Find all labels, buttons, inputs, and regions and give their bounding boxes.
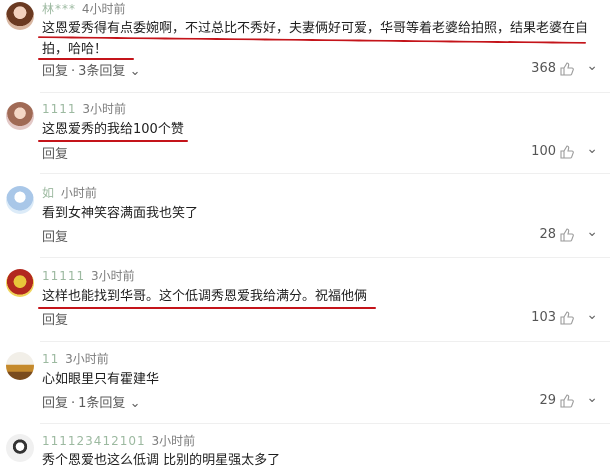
comment-text: 这样也能找到华哥。这个低调秀恩爱我给满分。祝福他俩 <box>42 286 367 307</box>
username[interactable]: 11111 <box>42 269 85 283</box>
avatar[interactable] <box>6 186 34 214</box>
comment-meta: 11 3小时前 <box>42 350 109 367</box>
divider <box>40 173 610 174</box>
comment-text: 心如眼里只有霍建华 <box>42 369 159 390</box>
timestamp: 3小时前 <box>82 102 127 116</box>
comment-text: 秀个恩爱也这么低调 比别的明星强太多了 <box>42 450 280 471</box>
comment-meta: 11111 3小时前 <box>42 267 135 284</box>
thumbs-up-icon[interactable] <box>560 228 574 242</box>
like-count: 100 <box>531 144 556 159</box>
comment-item: 林*** 4小时前 这恩爱秀得有点委婉啊，不过总比不秀好，夫妻俩好可爱，华哥等着… <box>0 0 610 88</box>
red-underline <box>38 307 376 309</box>
timestamp: 4小时前 <box>81 2 126 16</box>
divider <box>40 341 610 342</box>
more-options-icon[interactable]: ⌄ <box>586 224 598 240</box>
view-replies-button[interactable]: 1条回复 ⌄ <box>78 396 140 411</box>
comment-text-line: 秀个恩爱也这么低调 比别的明星强太多了 <box>42 453 281 468</box>
comment-item: 11111 3小时前 这样也能找到华哥。这个低调秀恩爱我给满分。祝福他俩 回复 … <box>0 265 610 337</box>
timestamp: 3小时前 <box>65 352 109 366</box>
view-replies-button[interactable]: 3条回复 ⌄ <box>78 64 140 79</box>
thumbs-up-icon[interactable] <box>560 394 574 408</box>
red-underline <box>38 140 188 142</box>
thumbs-up-icon[interactable] <box>560 62 574 76</box>
comment-actions: 回复 <box>42 143 68 162</box>
comment-text-line: 这恩爱秀得有点委婉啊，不过总比不秀好，夫妻俩好可爱，华哥等着老婆给拍照，结果老婆… <box>42 21 589 36</box>
comment-actions: 回复 <box>42 309 68 328</box>
chevron-down-icon: ⌄ <box>125 396 141 411</box>
view-replies-label: 3条回复 <box>78 64 126 79</box>
more-options-icon[interactable]: ⌄ <box>586 141 598 157</box>
reply-button[interactable]: 回复 <box>42 396 68 411</box>
comment-actions: 回复 · 3条回复 ⌄ <box>42 60 140 79</box>
comment-text: 这恩爱秀的我给100个赞 <box>42 119 184 140</box>
comment-meta: 林*** 4小时前 <box>42 0 125 17</box>
like-count: 29 <box>539 393 556 408</box>
username[interactable]: 林*** <box>42 2 76 16</box>
thumbs-up-icon[interactable] <box>560 311 574 325</box>
timestamp: 小时前 <box>60 186 97 200</box>
chevron-down-icon: ⌄ <box>125 64 141 79</box>
timestamp: 3小时前 <box>151 434 196 448</box>
comment-meta: 如 小时前 <box>42 184 97 201</box>
comment-text-line: 心如眼里只有霍建华 <box>42 372 160 387</box>
like-count: 103 <box>531 310 556 325</box>
comment-item: 如 小时前 看到女神笑容满面我也笑了 回复 28 ⌄ <box>0 182 610 252</box>
reply-button[interactable]: 回复 <box>42 64 68 79</box>
like-count: 368 <box>531 61 556 76</box>
comment-actions: 回复 <box>42 226 68 245</box>
more-options-icon[interactable]: ⌄ <box>586 307 598 323</box>
username[interactable]: 如 <box>42 186 55 200</box>
comment-text-line: 看到女神笑容满面我也笑了 <box>42 206 199 221</box>
divider <box>40 423 610 424</box>
timestamp: 3小时前 <box>91 269 135 283</box>
comment-actions: 回复 · 1条回复 ⌄ <box>42 392 140 411</box>
more-options-icon[interactable]: ⌄ <box>586 390 598 406</box>
comment-item: 11 3小时前 心如眼里只有霍建华 回复 · 1条回复 ⌄ 29 ⌄ <box>0 348 610 418</box>
comment-meta: 111123412101 3小时前 <box>42 432 195 449</box>
comment-item: 111123412101 3小时前 秀个恩爱也这么低调 比别的明星强太多了 <box>0 430 610 468</box>
avatar[interactable] <box>6 352 34 380</box>
comment-text-line: 这样也能找到华哥。这个低调秀恩爱我给满分。祝福他俩 <box>42 289 368 304</box>
divider <box>40 257 610 258</box>
reply-button[interactable]: 回复 <box>42 147 68 162</box>
comment-item: 1111 3小时前 这恩爱秀的我给100个赞 回复 100 ⌄ <box>0 98 610 168</box>
avatar[interactable] <box>6 102 34 130</box>
separator: · <box>71 64 76 79</box>
comment-text: 看到女神笑容满面我也笑了 <box>42 203 198 224</box>
username[interactable]: 111123412101 <box>42 434 146 448</box>
username[interactable]: 1111 <box>42 102 77 116</box>
comment-text-line: 这恩爱秀的我给100个赞 <box>42 122 184 137</box>
divider <box>40 92 610 93</box>
username[interactable]: 11 <box>42 352 59 366</box>
thumbs-up-icon[interactable] <box>560 145 574 159</box>
reply-button[interactable]: 回复 <box>42 230 68 245</box>
avatar[interactable] <box>6 269 34 297</box>
reply-button[interactable]: 回复 <box>42 313 68 328</box>
separator: · <box>71 396 76 411</box>
comment-meta: 1111 3小时前 <box>42 100 126 117</box>
view-replies-label: 1条回复 <box>78 396 126 411</box>
like-count: 28 <box>539 227 556 242</box>
avatar[interactable] <box>6 2 34 30</box>
more-options-icon[interactable]: ⌄ <box>586 58 598 74</box>
avatar[interactable] <box>6 434 34 462</box>
